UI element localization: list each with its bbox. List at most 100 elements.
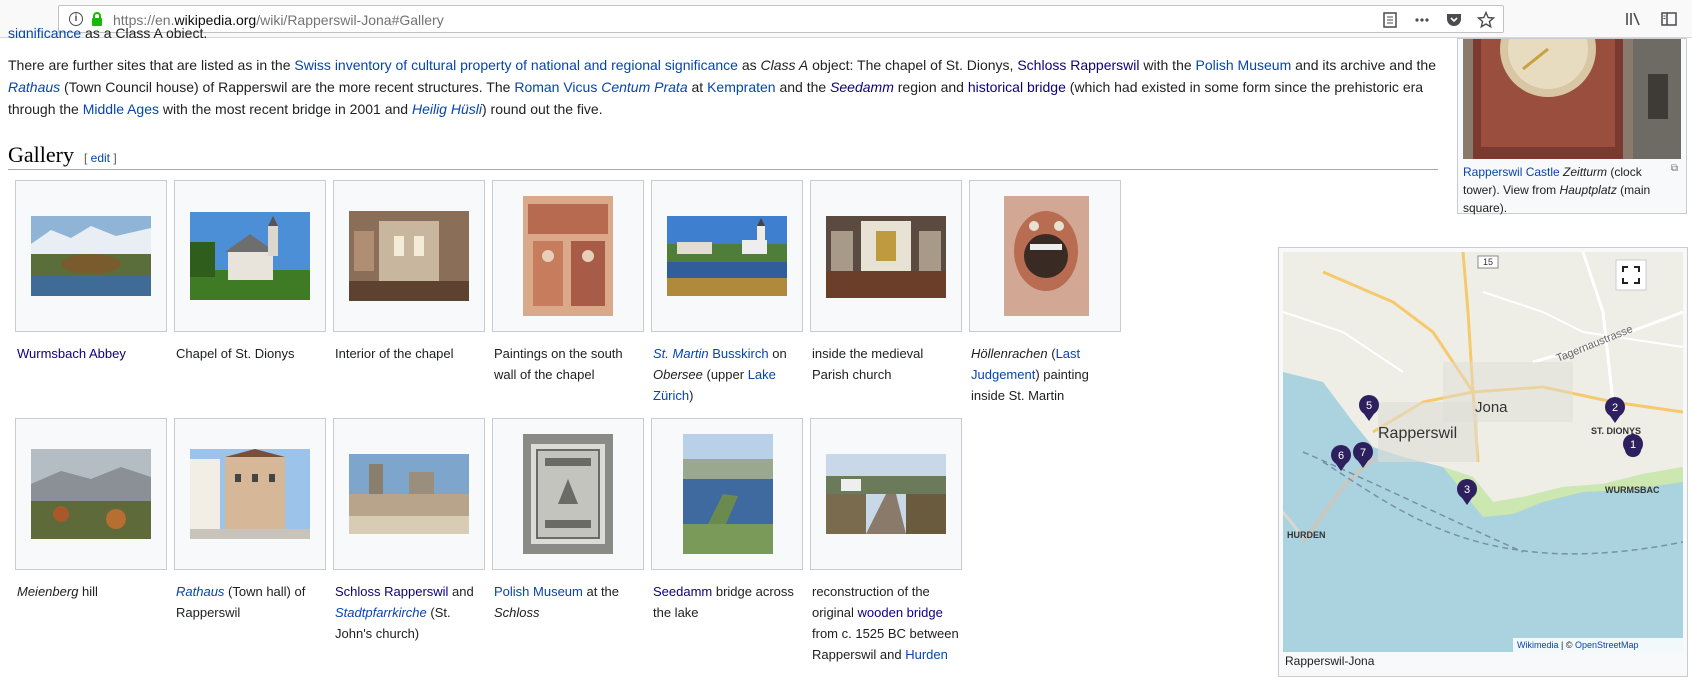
svg-text:1: 1 [1630, 439, 1636, 451]
browser-toolbar: i https://en.wikipedia.org/wiki/Rappersw… [0, 0, 1692, 38]
photo-chapel-interior[interactable] [349, 211, 469, 301]
enlarge-icon[interactable]: ⧉ [1671, 163, 1678, 174]
photo-seedamm-bridge[interactable] [683, 434, 773, 554]
gallery-item-hollenrachen[interactable] [969, 180, 1121, 332]
caption-meienberg: Meienberg hill [17, 584, 98, 599]
map-label-wurmsbach: WURMSBAC [1605, 485, 1660, 495]
map-label-jona: Jona [1475, 399, 1508, 416]
caption-interior: Interior of the chapel [335, 346, 454, 361]
section-title: Gallery [8, 142, 74, 167]
link-swiss-inventory[interactable]: Swiss inventory of cultural property of … [294, 57, 738, 73]
sidebar-caption: Rapperswil Castle Zeitturm (clock tower)… [1463, 165, 1651, 215]
caption-st-martin: St. Martin Busskirch on Obersee (upper L… [653, 346, 787, 403]
caption-chapel: Chapel of St. Dionys [176, 346, 295, 361]
page-actions-icon[interactable] [1413, 11, 1431, 29]
url-bar[interactable]: i https://en.wikipedia.org/wiki/Rappersw… [58, 5, 1504, 33]
paragraph-cultural-property: There are further sites that are listed … [8, 57, 1436, 117]
reader-view-icon[interactable] [1381, 11, 1399, 29]
attribution-wikimedia[interactable]: Wikimedia [1517, 640, 1559, 650]
library-icon[interactable] [1624, 10, 1642, 28]
route-number-label: 15 [1483, 257, 1493, 267]
svg-text:3: 3 [1464, 484, 1470, 496]
link-wooden-bridge[interactable]: wooden bridge [858, 605, 943, 620]
gallery-item-meienberg[interactable] [15, 418, 167, 570]
caption-schloss: Schloss Rapperswil and Stadtpfarrkirche … [335, 584, 474, 641]
caption-polish-museum: Polish Museum at the Schloss [494, 584, 620, 620]
svg-text:2: 2 [1612, 402, 1618, 414]
photo-chapel-st-dionys[interactable] [190, 212, 310, 300]
gallery-item-seedamm[interactable] [651, 418, 803, 570]
link-busskirch[interactable]: Busskirch [712, 346, 768, 361]
link-polish-museum[interactable]: Polish Museum [1196, 57, 1292, 73]
gallery-item-chapel-interior[interactable] [333, 180, 485, 332]
photo-polish-museum-plaque[interactable] [523, 434, 613, 554]
link-rathaus[interactable]: Rathaus [8, 79, 60, 95]
link-rapperswil-castle[interactable]: Rapperswil Castle [1463, 165, 1560, 179]
gallery-item-wooden-bridge[interactable] [810, 418, 962, 570]
link-kempraten[interactable]: Kempraten [707, 79, 775, 95]
gallery-item-schloss[interactable] [333, 418, 485, 570]
photo-meienberg-hill[interactable] [31, 449, 151, 539]
map-canvas[interactable]: 15 Jona Rapperswil ST. DIONYS WURMSBAC H… [1283, 252, 1683, 652]
interactive-map[interactable]: 15 Jona Rapperswil ST. DIONYS WURMSBAC H… [1283, 252, 1683, 652]
svg-text:Wikimedia | © OpenStreetMap: Wikimedia | © OpenStreetMap [1517, 640, 1639, 650]
gallery-item-chapel-st-dionys[interactable] [174, 180, 326, 332]
caption-wooden-bridge: reconstruction of the original wooden br… [812, 584, 959, 662]
sidebar-icon[interactable] [1660, 10, 1678, 28]
link-significance[interactable]: significance [8, 26, 81, 38]
info-icon[interactable]: i [69, 12, 83, 26]
gallery-item-st-martin[interactable] [651, 180, 803, 332]
link-stadtpfarrkirche[interactable]: Stadtpfarrkirche [335, 605, 427, 620]
caption-seedamm: Seedamm bridge across the lake [653, 584, 794, 620]
photo-schloss-rapperswil[interactable] [349, 454, 469, 534]
gallery-heading: Gallery [ edit ] [8, 142, 1438, 170]
photo-hollenrachen[interactable] [1004, 196, 1089, 316]
fullscreen-button[interactable] [1615, 259, 1647, 291]
photo-rathaus[interactable] [190, 449, 310, 539]
gallery-item-paintings[interactable] [492, 180, 644, 332]
gallery-item-wurmsbach[interactable] [15, 180, 167, 332]
gallery-item-polish-museum[interactable] [492, 418, 644, 570]
edit-link[interactable]: edit [91, 151, 110, 165]
gallery-item-rathaus[interactable] [174, 418, 326, 570]
link-rathaus-caption[interactable]: Rathaus [176, 584, 224, 599]
link-wurmsbach-abbey[interactable]: Wurmsbach Abbey [17, 346, 126, 361]
photo-wooden-bridge[interactable] [826, 454, 946, 534]
link-middle-ages[interactable]: Middle Ages [83, 101, 159, 117]
link-historical-bridge[interactable]: historical bridge [968, 79, 1066, 95]
partial-text-line: significance as a Class A object. [8, 26, 207, 38]
svg-text:7: 7 [1360, 447, 1366, 459]
photo-parish-church-interior[interactable] [826, 216, 946, 298]
pocket-icon[interactable] [1445, 11, 1463, 29]
link-heilig-husli[interactable]: Heilig Hüsli [412, 101, 482, 117]
link-hurden[interactable]: Hurden [905, 647, 948, 662]
sidebar-figure-castle: Rapperswil Castle Zeitturm (clock tower)… [1457, 38, 1687, 215]
svg-text:6: 6 [1338, 450, 1344, 462]
link-schloss-rapperswil[interactable]: Schloss Rapperswil [1017, 57, 1139, 73]
svg-text:5: 5 [1366, 400, 1372, 412]
photo-castle-clock-tower[interactable] [1463, 39, 1681, 159]
link-seedamm[interactable]: Seedamm [830, 79, 894, 95]
link-polish-museum-caption[interactable]: Polish Museum [494, 584, 583, 599]
caption-parish-church: inside the medieval Parish church [812, 346, 924, 382]
photo-wall-paintings[interactable] [523, 196, 613, 316]
photo-st-martin-busskirch[interactable] [667, 216, 787, 296]
link-seedamm-caption[interactable]: Seedamm [653, 584, 712, 599]
caption-rathaus: Rathaus (Town hall) of Rapperswil [176, 584, 306, 620]
link-st-martin[interactable]: St. Martin [653, 346, 709, 361]
caption-hollenrachen: Höllenrachen (Last Judgement) painting i… [971, 346, 1089, 403]
link-roman-vicus[interactable]: Roman Vicus Centum Prata [514, 79, 687, 95]
lock-icon[interactable] [90, 11, 104, 27]
gallery-item-parish-church[interactable] [810, 180, 962, 332]
caption-wurmsbach: Wurmsbach Abbey [17, 343, 167, 364]
map-container: 15 Jona Rapperswil ST. DIONYS WURMSBAC H… [1278, 247, 1688, 677]
link-schloss-caption[interactable]: Schloss Rapperswil [335, 584, 448, 599]
edit-section: [ edit ] [83, 151, 117, 165]
map-caption: Rapperswil-Jona [1285, 654, 1375, 668]
map-label-hurden: HURDEN [1287, 530, 1326, 540]
bookmark-star-icon[interactable] [1477, 11, 1495, 29]
caption-paintings: Paintings on the south wall of the chape… [494, 346, 623, 382]
map-label-rapperswil: Rapperswil [1378, 425, 1457, 442]
photo-wurmsbach-abbey[interactable] [31, 216, 151, 296]
attribution-openstreetmap[interactable]: OpenStreetMap [1575, 640, 1639, 650]
